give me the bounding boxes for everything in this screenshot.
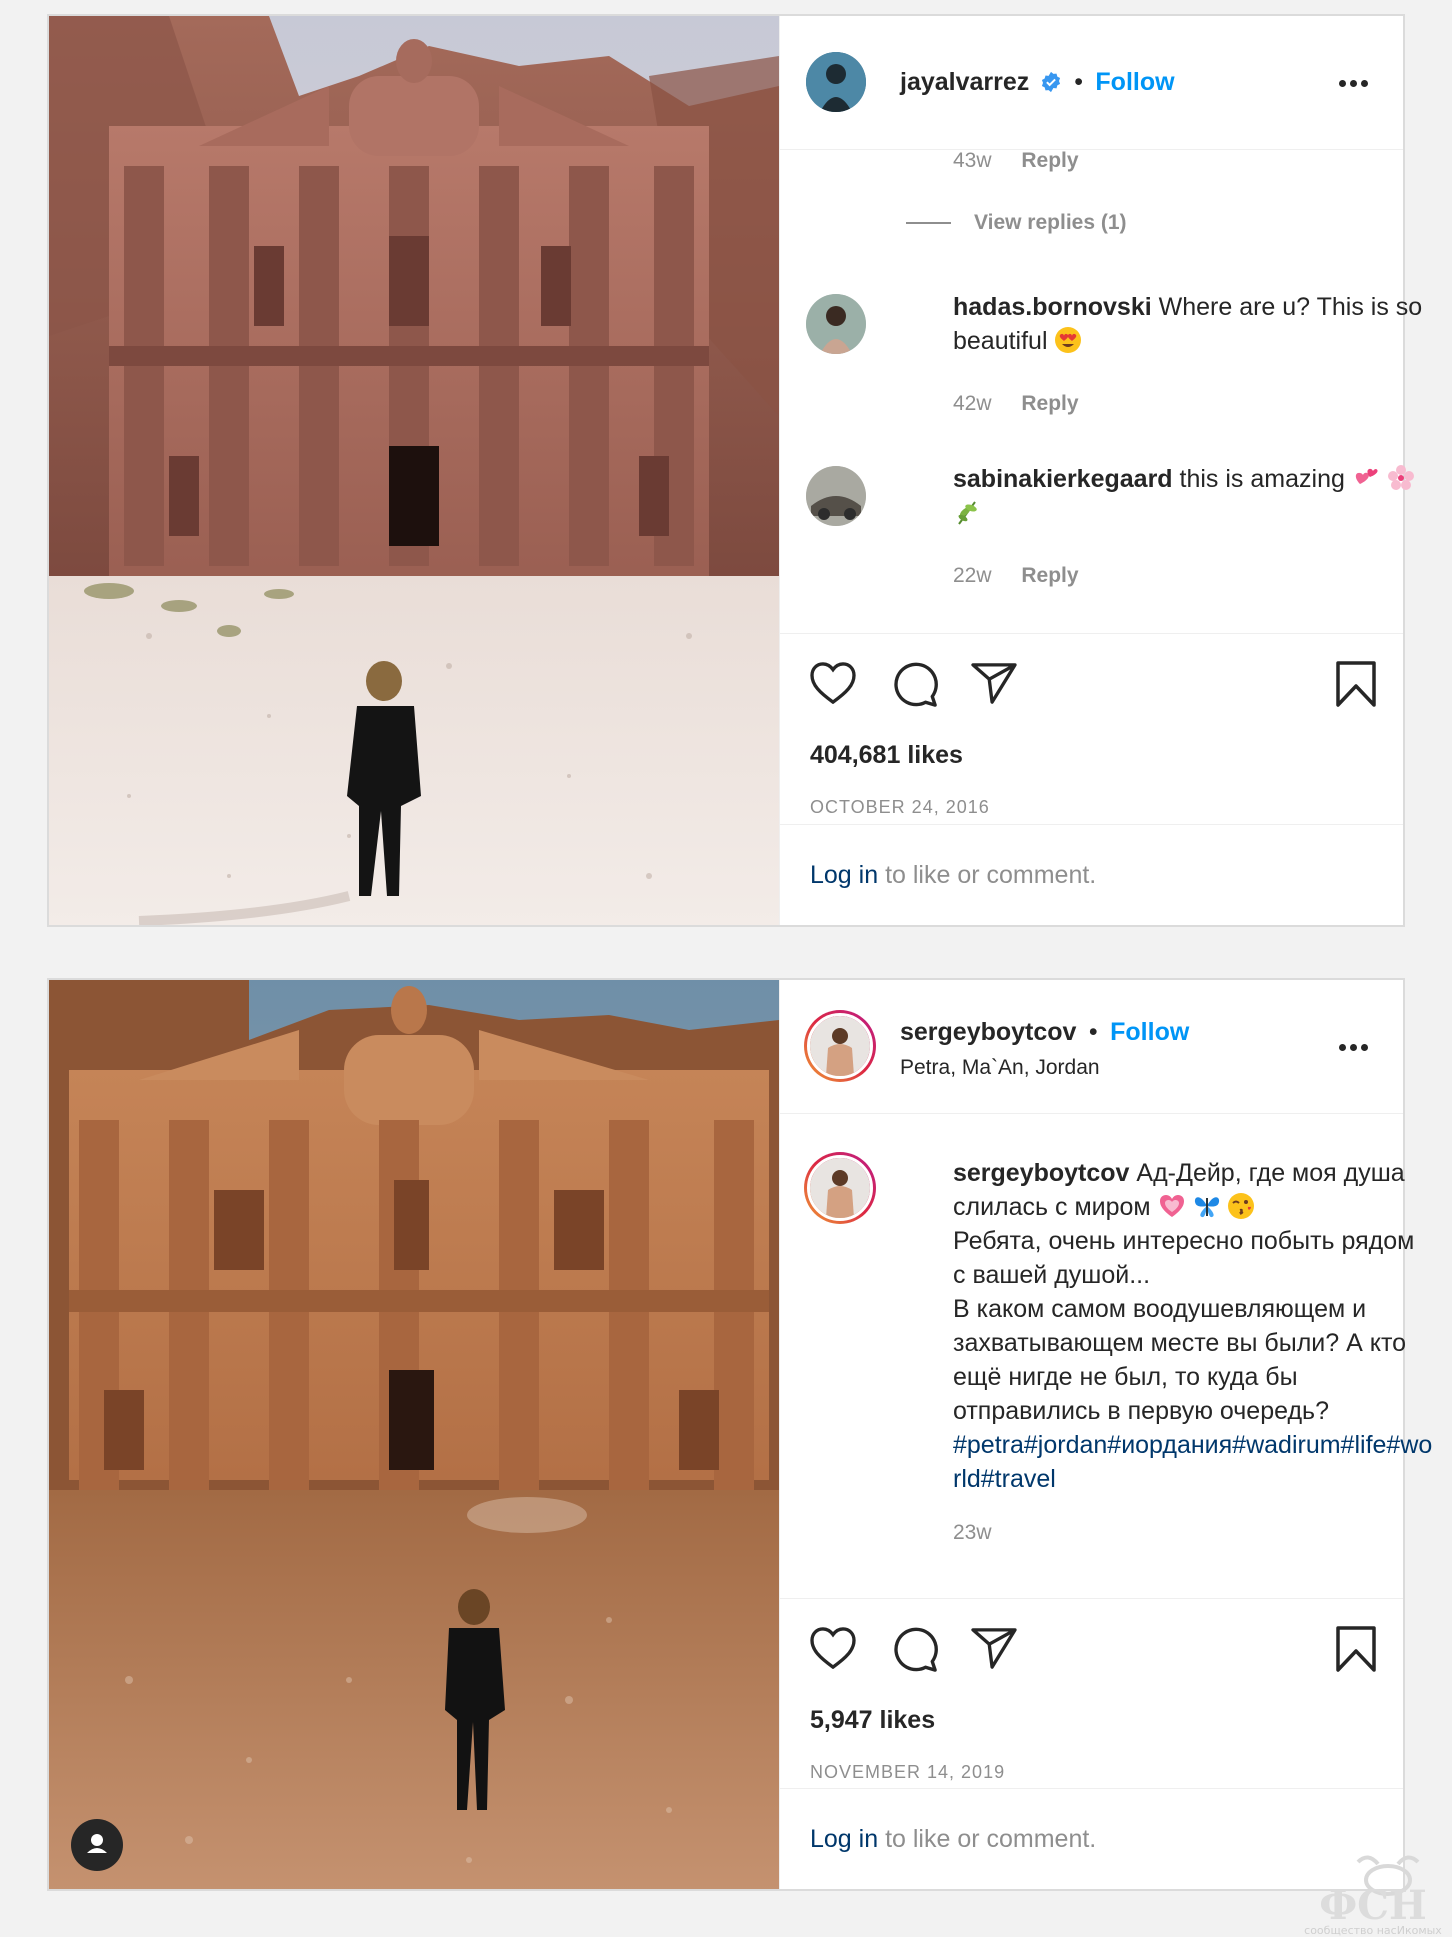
caption-username[interactable]: sergeyboytcov xyxy=(953,1159,1129,1187)
post-2-header: sergeyboytcov • Follow Petra, Ma`An, Jor… xyxy=(780,980,1403,1114)
comment-username[interactable]: hadas.bornovski xyxy=(953,293,1152,321)
post-2-photo[interactable] xyxy=(49,980,779,1889)
comment-2: sabinakierkegaard this is amazing xyxy=(953,462,1433,530)
kiss-emoji xyxy=(1228,1193,1255,1219)
commenter-avatar[interactable] xyxy=(806,466,866,526)
comment-body: this is amazing xyxy=(1179,465,1345,493)
follow-button[interactable]: Follow xyxy=(1110,1018,1189,1046)
comment-meta: 43w Reply xyxy=(953,149,1079,173)
comment-bubble-icon[interactable] xyxy=(892,661,938,707)
petra-monastery-image xyxy=(49,980,779,1889)
location-link[interactable]: Petra, Ma`An, Jordan xyxy=(900,1056,1100,1080)
caption-hashtags[interactable]: #petra#jordan#иордания#wadirum#life#worl… xyxy=(953,1431,1432,1493)
cherry-blossom-emoji xyxy=(1387,465,1414,490)
reply-button[interactable]: Reply xyxy=(1021,392,1078,415)
caption-line-2: Ребята, очень интересно побыть рядом с в… xyxy=(953,1227,1415,1289)
post-date: NOVEMBER 14, 2019 xyxy=(810,1762,1006,1782)
save-bookmark-icon[interactable] xyxy=(1335,660,1377,708)
comment-meta: 22w Reply xyxy=(953,564,1079,588)
post-1-actions: 404,681 likes OCTOBER 24, 2016 xyxy=(780,633,1403,839)
more-options-icon[interactable] xyxy=(1339,80,1369,88)
follow-button[interactable]: Follow xyxy=(1095,68,1174,96)
share-paper-plane-icon[interactable] xyxy=(971,662,1017,704)
post-1-header: jayalvarrez • Follow xyxy=(780,16,1403,150)
username[interactable]: sergeyboytcov xyxy=(900,1018,1076,1046)
avatar-image xyxy=(810,1158,870,1218)
post-2: sergeyboytcov • Follow Petra, Ma`An, Jor… xyxy=(47,978,1432,1891)
tagged-people-button[interactable] xyxy=(71,1819,123,1871)
herb-emoji xyxy=(958,501,977,525)
likes-count[interactable]: 404,681 likes xyxy=(810,741,963,770)
commenter-avatar[interactable] xyxy=(806,294,866,354)
login-text: to like or comment. xyxy=(878,1825,1097,1853)
reply-button[interactable]: Reply xyxy=(1021,564,1078,587)
avatar-image xyxy=(806,466,866,526)
avatar-image xyxy=(806,294,866,354)
login-link[interactable]: Log in xyxy=(810,861,878,889)
share-paper-plane-icon[interactable] xyxy=(971,1627,1017,1669)
separator-dot: • xyxy=(1074,68,1083,96)
avatar[interactable] xyxy=(806,52,866,112)
caption-line-3: В каком самом воодушевляющем и захватыва… xyxy=(953,1295,1407,1425)
caption-avatar[interactable] xyxy=(804,1152,876,1224)
separator-dot: • xyxy=(1088,1018,1098,1046)
comment-bubble-icon[interactable] xyxy=(892,1626,938,1672)
verified-badge-icon xyxy=(1041,71,1060,93)
watermark-logo: ФСН сообщество насИкомых xyxy=(1298,1852,1448,1937)
two-hearts-emoji xyxy=(1355,468,1378,484)
comment-meta: 42w Reply xyxy=(953,392,1079,416)
comment-username[interactable]: sabinakierkegaard xyxy=(953,465,1173,493)
avatar-image xyxy=(806,52,866,112)
comment-1: hadas.bornovski Where are u? This is so … xyxy=(953,290,1433,358)
save-bookmark-icon[interactable] xyxy=(1335,1625,1377,1673)
replies-divider xyxy=(906,222,951,224)
login-text: to like or comment. xyxy=(878,861,1097,889)
post-2-panel: sergeyboytcov • Follow Petra, Ma`An, Jor… xyxy=(779,980,1432,1889)
like-heart-icon[interactable] xyxy=(810,1627,856,1669)
like-heart-icon[interactable] xyxy=(810,662,856,704)
watermark-text: ФСН xyxy=(1319,1882,1427,1929)
petra-monastery-image xyxy=(49,16,779,925)
post-1-panel: jayalvarrez • Follow 43w Reply View repl… xyxy=(779,16,1422,925)
person-icon xyxy=(87,1834,107,1853)
login-prompt: Log in to like or comment. xyxy=(780,824,1403,925)
caption-meta: 23w xyxy=(953,1521,1016,1545)
heart-eyes-emoji xyxy=(1055,327,1082,353)
likes-count[interactable]: 5,947 likes xyxy=(810,1706,935,1735)
reply-button[interactable]: Reply xyxy=(1021,149,1078,172)
caption-time: 23w xyxy=(953,1521,992,1544)
comment-time: 22w xyxy=(953,564,992,587)
butterfly-emoji xyxy=(1194,1197,1219,1218)
more-options-icon[interactable] xyxy=(1339,1044,1369,1052)
username[interactable]: jayalvarrez xyxy=(900,68,1029,96)
avatar-image xyxy=(810,1016,870,1076)
avatar[interactable] xyxy=(804,1010,876,1082)
post-1: jayalvarrez • Follow 43w Reply View repl… xyxy=(47,14,1422,927)
post-date: OCTOBER 24, 2016 xyxy=(810,797,990,817)
post-1-photo[interactable] xyxy=(49,16,779,925)
caption: sergeyboytcov Ад-Дейр, где моя душа слил… xyxy=(953,1156,1433,1496)
login-link[interactable]: Log in xyxy=(810,1825,878,1853)
growing-heart-emoji xyxy=(1159,1195,1184,1217)
view-replies-button[interactable]: View replies (1) xyxy=(974,211,1127,235)
watermark-caption: сообщество насИкомых xyxy=(1304,1924,1442,1937)
post-2-actions: 5,947 likes NOVEMBER 14, 2019 xyxy=(780,1598,1403,1794)
comment-time: 43w xyxy=(953,149,992,172)
comment-time: 42w xyxy=(953,392,992,415)
